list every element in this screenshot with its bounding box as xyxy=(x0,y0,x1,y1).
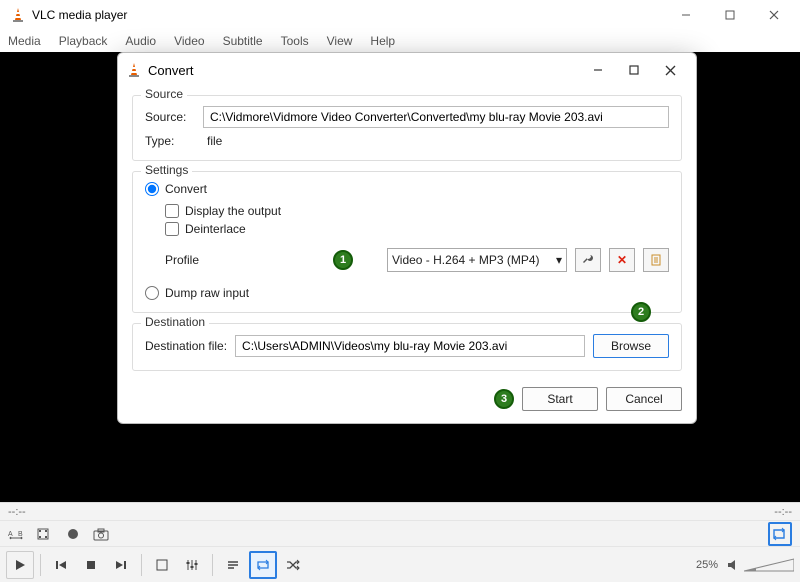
start-button[interactable]: Start xyxy=(522,387,598,411)
wrench-icon xyxy=(581,253,595,267)
menubar: Media Playback Audio Video Subtitle Tool… xyxy=(0,30,800,52)
fullscreen-button[interactable] xyxy=(148,551,176,579)
edit-profile-button[interactable] xyxy=(575,248,601,272)
annotation-badge-2: 2 xyxy=(631,302,651,322)
playlist-button[interactable] xyxy=(219,551,247,579)
menu-subtitle[interactable]: Subtitle xyxy=(223,34,263,48)
time-total: --:-- xyxy=(774,506,792,518)
destination-legend: Destination xyxy=(141,315,209,329)
type-label: Type: xyxy=(145,134,195,148)
cancel-button[interactable]: Cancel xyxy=(606,387,682,411)
type-value: file xyxy=(203,134,222,148)
annotation-badge-3: 3 xyxy=(494,389,514,409)
menu-video[interactable]: Video xyxy=(174,34,204,48)
separator xyxy=(212,554,213,576)
display-output-label: Display the output xyxy=(185,204,281,218)
menu-view[interactable]: View xyxy=(327,34,353,48)
dialog-close-button[interactable] xyxy=(652,56,688,84)
annotation-badge-1: 1 xyxy=(333,250,353,270)
loop-toggle-icon[interactable] xyxy=(771,525,789,543)
volume-label: 25% xyxy=(696,559,718,571)
next-button[interactable] xyxy=(107,551,135,579)
stop-button[interactable] xyxy=(77,551,105,579)
profile-select[interactable]: Video - H.264 + MP3 (MP4) ▾ xyxy=(387,248,567,272)
deinterlace-checkbox[interactable] xyxy=(165,222,179,236)
menu-help[interactable]: Help xyxy=(370,34,395,48)
time-elapsed: --:-- xyxy=(8,506,26,518)
shuffle-button[interactable] xyxy=(279,551,307,579)
dump-radio-label: Dump raw input xyxy=(165,286,249,300)
profile-label: Profile xyxy=(165,253,225,267)
menu-audio[interactable]: Audio xyxy=(125,34,156,48)
menu-media[interactable]: Media xyxy=(8,34,41,48)
settings-legend: Settings xyxy=(141,163,192,177)
close-button[interactable] xyxy=(752,0,796,30)
menu-playback[interactable]: Playback xyxy=(59,34,108,48)
titlebar: VLC media player xyxy=(0,0,800,30)
dump-radio[interactable] xyxy=(145,286,159,300)
window-title: VLC media player xyxy=(32,8,664,22)
x-icon: ✕ xyxy=(617,253,627,267)
play-button[interactable] xyxy=(6,551,34,579)
vlc-logo-icon xyxy=(10,7,26,23)
destination-group: Destination 2 Destination file: Browse xyxy=(132,323,682,371)
new-profile-button[interactable] xyxy=(643,248,669,272)
maximize-button[interactable] xyxy=(708,0,752,30)
browse-button[interactable]: Browse xyxy=(593,334,669,358)
dialog-minimize-button[interactable] xyxy=(580,56,616,84)
dialog-maximize-button[interactable] xyxy=(616,56,652,84)
volume-slider[interactable] xyxy=(744,557,794,573)
document-icon xyxy=(649,253,663,267)
svg-text:B: B xyxy=(18,531,23,538)
speaker-icon[interactable] xyxy=(724,556,742,574)
convert-dialog: Convert Source Source: Type: file Settin… xyxy=(117,52,697,424)
frame-step-icon[interactable] xyxy=(36,525,54,543)
display-output-checkbox[interactable] xyxy=(165,204,179,218)
toolbar-advanced: AB xyxy=(0,520,800,546)
ext-settings-button[interactable] xyxy=(178,551,206,579)
menu-tools[interactable]: Tools xyxy=(281,34,309,48)
destination-label: Destination file: xyxy=(145,339,227,353)
dialog-footer: 3 Start Cancel xyxy=(132,381,682,411)
source-legend: Source xyxy=(141,87,187,101)
snapshot-icon[interactable] xyxy=(92,525,110,543)
source-input[interactable] xyxy=(203,106,669,128)
minimize-button[interactable] xyxy=(664,0,708,30)
dialog-titlebar: Convert xyxy=(118,53,696,87)
vlc-logo-icon xyxy=(126,62,142,78)
destination-input[interactable] xyxy=(235,335,585,357)
record-icon[interactable] xyxy=(64,525,82,543)
loop-button[interactable] xyxy=(249,551,277,579)
delete-profile-button[interactable]: ✕ xyxy=(609,248,635,272)
prev-button[interactable] xyxy=(47,551,75,579)
toolbar-playback: 25% xyxy=(0,546,800,582)
convert-radio[interactable] xyxy=(145,182,159,196)
convert-radio-label: Convert xyxy=(165,182,207,196)
separator xyxy=(141,554,142,576)
ab-loop-icon[interactable]: AB xyxy=(8,525,26,543)
profile-value: Video - H.264 + MP3 (MP4) xyxy=(392,253,540,267)
source-group: Source Source: Type: file xyxy=(132,95,682,161)
dialog-title: Convert xyxy=(148,63,580,78)
separator xyxy=(40,554,41,576)
settings-group: Settings Convert Display the output Dein… xyxy=(132,171,682,313)
loop-highlight xyxy=(768,522,792,546)
deinterlace-label: Deinterlace xyxy=(185,222,246,236)
chevron-down-icon: ▾ xyxy=(556,253,562,267)
source-label: Source: xyxy=(145,110,195,124)
status-strip: --:-- --:-- xyxy=(0,502,800,520)
